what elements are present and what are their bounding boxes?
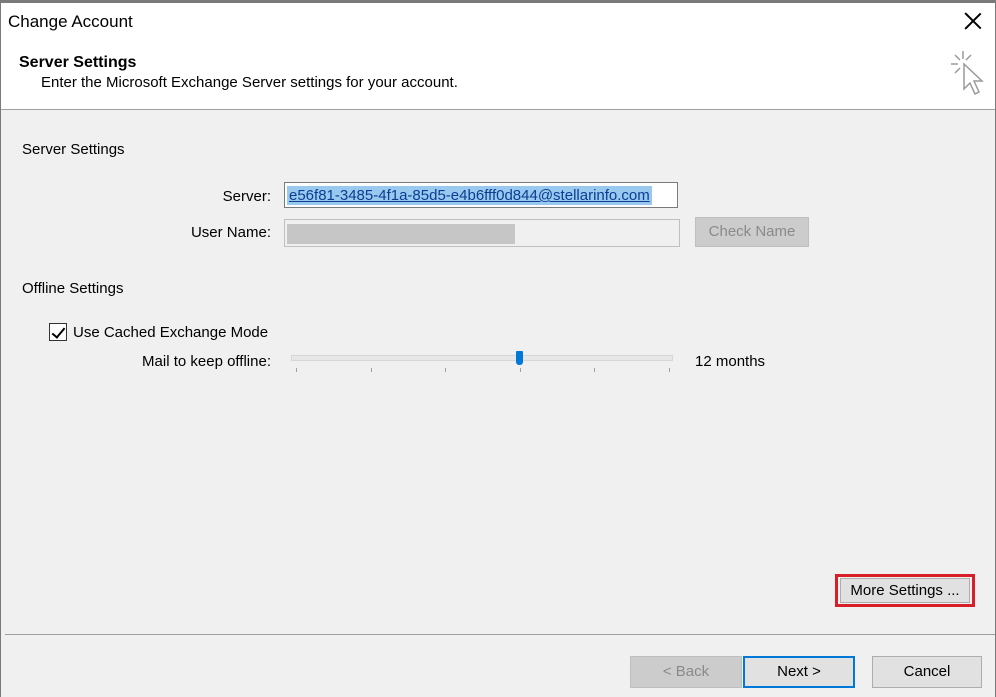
mail-offline-label: Mail to keep offline: (142, 353, 271, 370)
offline-settings-section-label: Offline Settings (22, 280, 124, 297)
more-settings-button[interactable]: More Settings ... (840, 578, 970, 603)
cached-mode-label[interactable]: Use Cached Exchange Mode (73, 324, 268, 341)
cached-mode-checkbox[interactable] (49, 323, 67, 341)
footer-divider (5, 634, 995, 635)
dialog-body: Server Settings Server: e56f81-3485-4f1a… (1, 110, 995, 697)
change-account-dialog: Change Account Server Settings Enter the… (0, 0, 996, 697)
close-icon[interactable] (961, 9, 985, 33)
next-button[interactable]: Next > (743, 656, 855, 688)
slider-tick (594, 368, 595, 372)
server-settings-section-label: Server Settings (22, 141, 125, 158)
header-subtitle: Enter the Microsoft Exchange Server sett… (41, 74, 458, 91)
slider-tick (296, 368, 297, 372)
header-title: Server Settings (19, 54, 137, 71)
slider-value-text: 12 months (695, 353, 766, 370)
cursor-sparkle-icon (951, 51, 984, 96)
title-bar: Change Account (1, 3, 995, 41)
slider-tick (669, 368, 670, 372)
server-value: e56f81-3485-4f1a-85d5-e4b6fff0d844@stell… (287, 186, 652, 205)
slider-tick (445, 368, 446, 372)
slider-tick (371, 368, 372, 372)
dialog-header: Server Settings Enter the Microsoft Exch… (1, 41, 995, 110)
window-title: Change Account (8, 12, 133, 31)
check-name-button[interactable]: Check Name (695, 217, 809, 247)
username-input[interactable] (284, 219, 680, 247)
back-button[interactable]: < Back (630, 656, 742, 688)
cancel-button[interactable]: Cancel (872, 656, 982, 688)
username-label: User Name: (190, 224, 271, 241)
redacted-username (287, 224, 515, 244)
offline-slider-thumb[interactable] (516, 351, 524, 365)
offline-slider-track[interactable] (291, 355, 673, 361)
slider-tick (520, 368, 521, 372)
server-input[interactable]: e56f81-3485-4f1a-85d5-e4b6fff0d844@stell… (284, 182, 678, 208)
server-label: Server: (222, 188, 271, 205)
